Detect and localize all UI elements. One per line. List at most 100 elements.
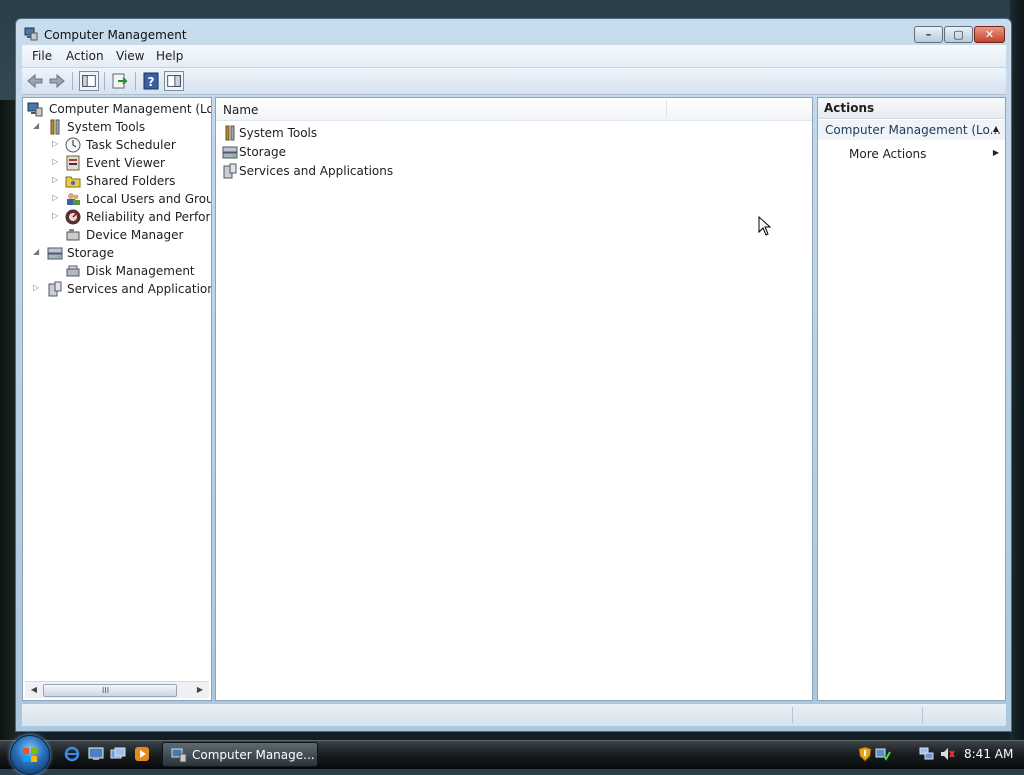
actions-title: Actions bbox=[824, 101, 875, 115]
collapse-caret-icon[interactable]: ▲ bbox=[993, 124, 999, 133]
event-viewer-icon bbox=[66, 155, 80, 171]
storage-icon bbox=[47, 247, 63, 260]
tree-item-computer-management[interactable]: Computer Management (Local bbox=[25, 100, 211, 118]
grip-icon: III bbox=[102, 686, 110, 695]
system-tools-icon bbox=[50, 119, 60, 135]
column-header-name[interactable]: Name bbox=[223, 103, 258, 117]
network-connection-icon[interactable] bbox=[919, 746, 935, 762]
results-pane: Name System Tools Storage Services and A… bbox=[215, 97, 813, 701]
window-title: Computer Management bbox=[44, 28, 187, 42]
scroll-right-icon[interactable]: ▶ bbox=[193, 684, 207, 696]
computer-management-icon bbox=[27, 102, 43, 117]
help-icon[interactable]: ? bbox=[141, 71, 161, 91]
tree-label: Device Manager bbox=[86, 228, 184, 242]
expand-arrow-icon[interactable]: ▷ bbox=[52, 139, 62, 148]
title-bar[interactable]: Computer Management – ▢ ✕ bbox=[16, 19, 1011, 47]
mouse-cursor-icon bbox=[758, 216, 772, 236]
tree-label: Local Users and Groups bbox=[86, 192, 211, 206]
services-applications-icon bbox=[223, 163, 237, 179]
toolbar: ? bbox=[22, 68, 1006, 95]
show-hide-console-tree-icon[interactable] bbox=[79, 71, 99, 91]
close-button[interactable]: ✕ bbox=[974, 26, 1005, 43]
system-tools-icon bbox=[225, 125, 235, 141]
tree-label: System Tools bbox=[67, 120, 146, 134]
taskbar-item-label: Computer Manage... bbox=[192, 748, 315, 762]
actions-pane: Actions Computer Management (Lo... ▲ Mor… bbox=[817, 97, 1006, 701]
services-applications-icon bbox=[48, 281, 62, 297]
expand-arrow-icon[interactable]: ▷ bbox=[52, 211, 62, 220]
maximize-icon: ▢ bbox=[953, 28, 964, 41]
disk-management-icon bbox=[66, 265, 80, 277]
expand-arrow-icon[interactable]: ▷ bbox=[52, 157, 62, 166]
actions-group-computer-management[interactable]: Computer Management (Lo... ▲ bbox=[818, 120, 1005, 140]
shared-folder-icon bbox=[65, 176, 81, 188]
list-item-label: Storage bbox=[239, 145, 286, 159]
menu-file[interactable]: File bbox=[32, 49, 52, 63]
maximize-button[interactable]: ▢ bbox=[944, 26, 973, 43]
system-clock[interactable]: 8:41 AM bbox=[964, 747, 1013, 761]
more-actions-label: More Actions bbox=[849, 147, 927, 161]
horizontal-scrollbar[interactable]: ◀ III ▶ bbox=[25, 681, 209, 698]
internet-explorer-icon[interactable] bbox=[64, 746, 80, 762]
status-bar bbox=[22, 703, 1006, 726]
computer-management-icon bbox=[171, 748, 187, 763]
status-divider bbox=[792, 707, 793, 723]
collapse-arrow-icon[interactable]: ◢ bbox=[33, 247, 43, 256]
export-list-icon[interactable] bbox=[110, 71, 130, 91]
status-divider bbox=[922, 707, 923, 723]
reliability-gauge-icon bbox=[65, 209, 81, 225]
expand-arrow-icon[interactable]: ▷ bbox=[52, 175, 62, 184]
toolbar-separator bbox=[135, 72, 136, 90]
show-hide-action-pane-icon[interactable] bbox=[164, 71, 184, 91]
submenu-arrow-icon: ▶ bbox=[992, 148, 999, 157]
menu-action[interactable]: Action bbox=[66, 49, 104, 63]
scroll-left-icon[interactable]: ◀ bbox=[27, 684, 41, 696]
close-icon: ✕ bbox=[984, 28, 995, 41]
tree-label: Reliability and Performa bbox=[86, 210, 211, 224]
tree-label: Computer Management (Local bbox=[49, 102, 211, 116]
tree-label: Disk Management bbox=[86, 264, 195, 278]
media-player-icon[interactable] bbox=[134, 746, 150, 762]
clock-icon bbox=[65, 137, 81, 153]
switch-windows-icon[interactable] bbox=[110, 746, 126, 762]
menu-view[interactable]: View bbox=[116, 49, 144, 63]
desktop-background-right bbox=[1010, 0, 1024, 740]
users-icon bbox=[67, 193, 80, 205]
computer-management-window: Computer Management – ▢ ✕ File Action Vi… bbox=[15, 18, 1012, 732]
tree-label: Event Viewer bbox=[86, 156, 165, 170]
volume-muted-icon[interactable] bbox=[939, 746, 955, 762]
tree-label: Storage bbox=[67, 246, 114, 260]
minimize-button[interactable]: – bbox=[914, 26, 943, 43]
menu-help[interactable]: Help bbox=[156, 49, 183, 63]
network-status-icon[interactable] bbox=[875, 746, 891, 762]
toolbar-separator bbox=[104, 72, 105, 90]
forward-arrow-icon[interactable] bbox=[47, 71, 67, 91]
console-tree: Computer Management (Local ◢ System Tool… bbox=[23, 98, 211, 678]
list-item-label: Services and Applications bbox=[239, 164, 394, 178]
more-actions-item[interactable]: More Actions ▶ bbox=[818, 144, 1005, 164]
start-button[interactable] bbox=[10, 735, 50, 775]
computer-management-icon bbox=[24, 27, 38, 41]
menu-bar: File Action View Help bbox=[22, 45, 1006, 68]
column-divider[interactable] bbox=[666, 100, 667, 118]
console-tree-pane: Computer Management (Local ◢ System Tool… bbox=[22, 97, 212, 701]
expand-arrow-icon[interactable]: ▷ bbox=[33, 283, 43, 292]
storage-icon bbox=[222, 146, 238, 159]
tree-label: Task Scheduler bbox=[86, 138, 176, 152]
minimize-icon: – bbox=[925, 28, 932, 41]
back-arrow-icon[interactable] bbox=[25, 71, 45, 91]
show-desktop-icon[interactable] bbox=[88, 746, 104, 762]
taskbar-item-computer-management[interactable]: Computer Manage... bbox=[162, 742, 318, 767]
actions-header: Actions bbox=[818, 98, 1005, 119]
security-shield-icon[interactable] bbox=[857, 746, 873, 762]
svg-text:?: ? bbox=[148, 75, 155, 89]
device-manager-icon bbox=[66, 229, 80, 241]
expand-arrow-icon[interactable]: ▷ bbox=[52, 193, 62, 202]
scrollbar-thumb[interactable]: III bbox=[43, 684, 177, 697]
actions-group-label: Computer Management (Lo... bbox=[825, 123, 1002, 137]
tree-label: Services and Applications bbox=[67, 282, 211, 296]
list-item-label: System Tools bbox=[239, 126, 318, 140]
collapse-arrow-icon[interactable]: ◢ bbox=[33, 121, 43, 130]
column-header: Name bbox=[216, 98, 812, 121]
tree-label: Shared Folders bbox=[86, 174, 176, 188]
